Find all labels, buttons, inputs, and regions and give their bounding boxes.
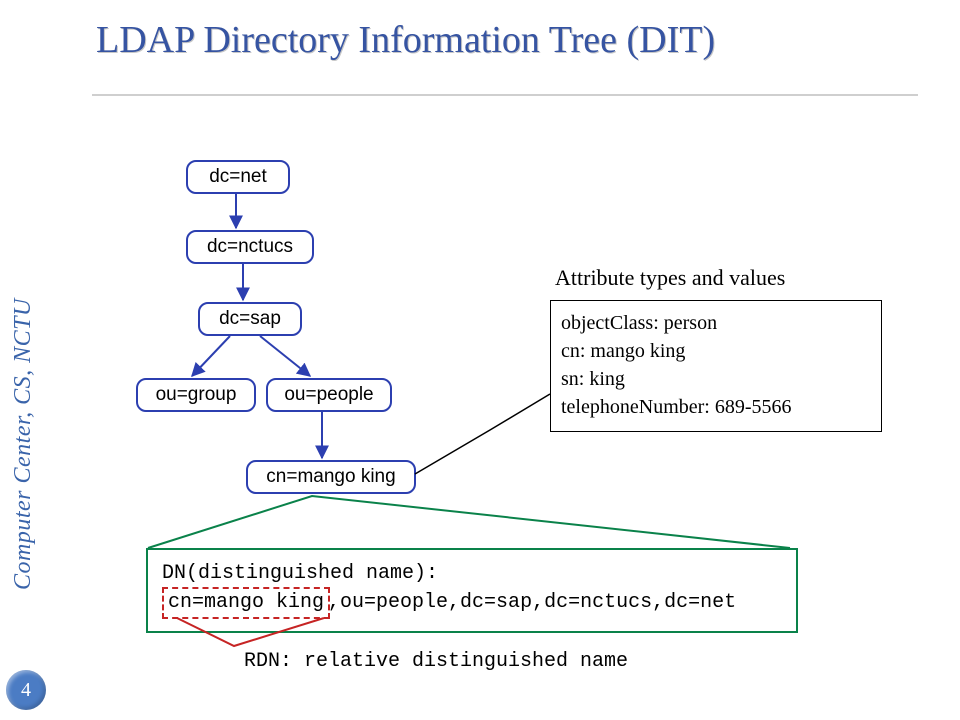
edge-sap-group — [192, 336, 230, 376]
attr-line-3: sn: king — [561, 365, 871, 393]
page-number-badge: 4 — [6, 670, 46, 710]
callout-mango-to-dn — [148, 496, 790, 548]
attributes-box: objectClass: person cn: mango king sn: k… — [550, 300, 882, 432]
rdn-label: RDN: relative distinguished name — [244, 650, 628, 673]
dn-rdn: cn=mango king — [162, 587, 330, 619]
node-ou-group: ou=group — [136, 378, 256, 412]
dn-rest: ,ou=people,dc=sap,dc=nctucs,dc=net — [328, 591, 736, 614]
dn-box: DN(distinguished name): cn=mango king,ou… — [146, 548, 798, 633]
node-dc-sap: dc=sap — [198, 302, 302, 336]
attributes-title: Attribute types and values — [555, 265, 785, 291]
node-cn-mango: cn=mango king — [246, 460, 416, 494]
sidebar: Computer Center, CS, NCTU 4 — [0, 0, 54, 720]
title-divider — [92, 94, 918, 96]
node-dc-net: dc=net — [186, 160, 290, 194]
edge-sap-people — [260, 336, 310, 376]
node-dc-nctucs: dc=nctucs — [186, 230, 314, 264]
node-ou-people: ou=people — [266, 378, 392, 412]
attr-line-1: objectClass: person — [561, 309, 871, 337]
dn-line1: DN(distinguished name): — [162, 560, 782, 587]
sidebar-org-text: Computer Center, CS, NCTU — [10, 110, 44, 590]
callout-mango-to-attributes — [415, 394, 550, 474]
dn-line2: cn=mango king,ou=people,dc=sap,dc=nctucs… — [162, 587, 782, 619]
attr-line-4: telephoneNumber: 689-5566 — [561, 393, 871, 421]
attr-line-2: cn: mango king — [561, 337, 871, 365]
slide-title: LDAP Directory Information Tree (DIT) — [96, 18, 715, 62]
